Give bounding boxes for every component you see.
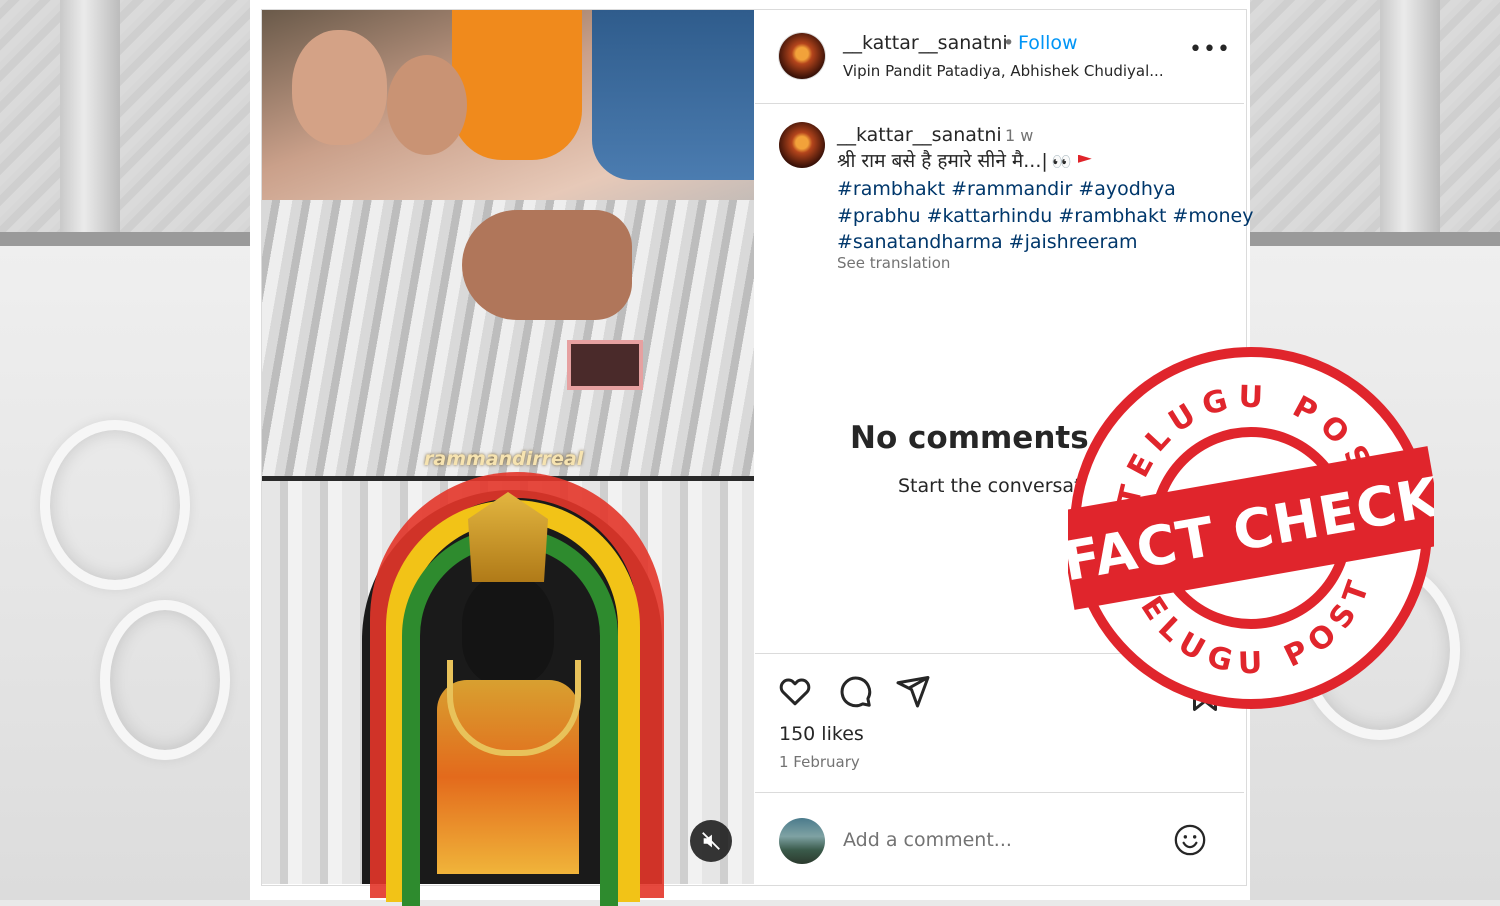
avatar (779, 818, 825, 864)
media-person-face (387, 55, 467, 155)
caption-hashtags: #rambhakt #rammandir #ayodhya #prabhu #katt… (837, 176, 1253, 256)
caption-text-line: श्री राम बसे है हमारे सीने मै...| 👀 (837, 148, 1232, 175)
avatar[interactable] (779, 122, 825, 168)
header-username[interactable]: __kattar__sanatni (843, 32, 1008, 54)
share-icon[interactable] (895, 673, 931, 709)
mute-button[interactable] (690, 820, 732, 862)
comment-icon[interactable] (837, 673, 873, 709)
hashtag-link[interactable]: #kattarhindu (927, 205, 1053, 227)
speaker-muted-icon (702, 832, 720, 850)
background-pillar (60, 0, 120, 235)
post-date[interactable]: 1 February (779, 753, 860, 771)
emoji-icon[interactable] (1173, 823, 1207, 857)
hashtag-link[interactable]: #rambhakt (837, 178, 945, 200)
hashtag-link[interactable]: #prabhu (837, 205, 921, 227)
background-ornament (100, 600, 230, 760)
header-separator: • (1003, 32, 1015, 54)
media-hand (462, 210, 632, 320)
hashtag-link[interactable]: #rammandir (951, 178, 1072, 200)
add-comment-input[interactable]: Add a comment... (843, 829, 1143, 851)
see-translation-link[interactable]: See translation (837, 254, 950, 272)
hashtag-link[interactable]: #ayodhya (1078, 178, 1175, 200)
media-donation-slot (567, 340, 643, 390)
heart-icon[interactable] (777, 673, 813, 709)
media-person-orange-shirt (452, 10, 582, 160)
post-header: __kattar__sanatni • Follow Vipin Pandit … (755, 10, 1244, 104)
media-person-blue-shirt (592, 10, 754, 180)
caption-text: श्री राम बसे है हमारे सीने मै...| (837, 150, 1048, 172)
hashtag-link[interactable]: #sanatandharma (837, 231, 1003, 253)
caption-username[interactable]: __kattar__sanatni (837, 124, 1002, 146)
add-comment-bar: Add a comment... (755, 792, 1244, 885)
likes-count[interactable]: 150 likes (779, 723, 864, 745)
header-collaborators[interactable]: Vipin Pandit Patadiya, Abhishek Chudiyal… (843, 62, 1164, 80)
hashtag-link[interactable]: #jaishreeram (1009, 231, 1138, 253)
no-comments-subtitle: Start the conversati (898, 475, 1087, 497)
background-pillar (1380, 0, 1440, 235)
media-person-face (292, 30, 387, 145)
more-options-icon[interactable]: ••• (1189, 39, 1230, 68)
fact-check-stamp: TELUGU POST TELUGU POST FACT CHECK (1068, 347, 1434, 709)
flag-emoji-icon (1077, 154, 1092, 163)
caption-time[interactable]: 1 w (1005, 126, 1033, 145)
follow-button[interactable]: Follow (1018, 32, 1078, 54)
eyes-emoji-icon: 👀 (1051, 152, 1072, 171)
avatar[interactable] (779, 33, 825, 79)
background-ornament (40, 420, 190, 590)
hashtag-link[interactable]: #money (1172, 205, 1253, 227)
hashtag-link[interactable]: #rambhakt (1058, 205, 1166, 227)
media-watermark: rammandirreal (424, 448, 584, 470)
